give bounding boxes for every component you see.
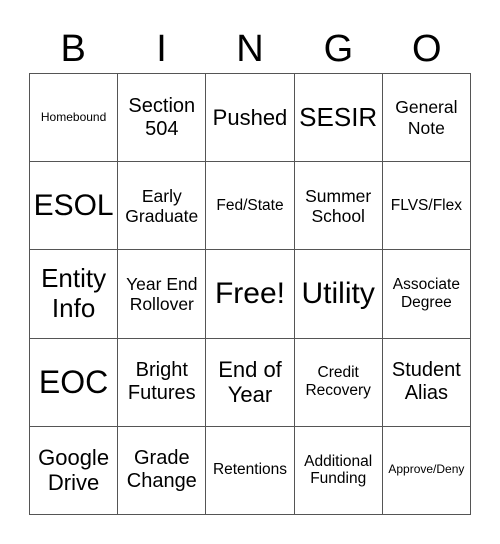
header-letter-i: I	[156, 28, 167, 70]
bingo-cell[interactable]: Utility	[294, 250, 383, 339]
bingo-cell[interactable]: Associate Degree	[382, 250, 471, 339]
bingo-cell[interactable]: ESOL	[30, 162, 119, 251]
bingo-cell[interactable]: Homebound	[30, 74, 119, 163]
bingo-cell[interactable]: Summer School	[294, 162, 383, 251]
free-space-cell[interactable]: Free!	[206, 250, 295, 339]
bingo-cell[interactable]: End of Year	[206, 338, 295, 427]
bingo-cell[interactable]: Fed/State	[206, 162, 295, 251]
bingo-cell[interactable]: SESIR	[294, 74, 383, 163]
bingo-header: B I N G O	[29, 24, 471, 74]
bingo-grid: Homebound Section 504 Pushed SESIR Gener…	[29, 73, 471, 515]
header-letter-o: O	[411, 28, 442, 70]
bingo-cell[interactable]: Section 504	[118, 74, 207, 163]
bingo-cell[interactable]: Student Alias	[382, 338, 471, 427]
bingo-cell[interactable]: Early Graduate	[118, 162, 207, 251]
bingo-cell[interactable]: Additional Funding	[294, 426, 383, 515]
header-letter-g: G	[323, 28, 354, 70]
bingo-cell[interactable]: Grade Change	[118, 426, 207, 515]
header-letter-n: N	[236, 28, 264, 70]
bingo-cell[interactable]: Bright Futures	[118, 338, 207, 427]
bingo-cell[interactable]: FLVS/Flex	[382, 162, 471, 251]
header-letter-b: B	[60, 28, 86, 70]
bingo-cell[interactable]: EOC	[30, 338, 119, 427]
bingo-cell[interactable]: Pushed	[206, 74, 295, 163]
bingo-cell[interactable]: Credit Recovery	[294, 338, 383, 427]
bingo-cell[interactable]: General Note	[382, 74, 471, 163]
bingo-cell[interactable]: Google Drive	[30, 426, 119, 515]
bingo-cell[interactable]: Year End Rollover	[118, 250, 207, 339]
bingo-cell[interactable]: Retentions	[206, 426, 295, 515]
bingo-cell[interactable]: Approve/Deny	[382, 426, 471, 515]
bingo-cell[interactable]: Entity Info	[30, 250, 119, 339]
